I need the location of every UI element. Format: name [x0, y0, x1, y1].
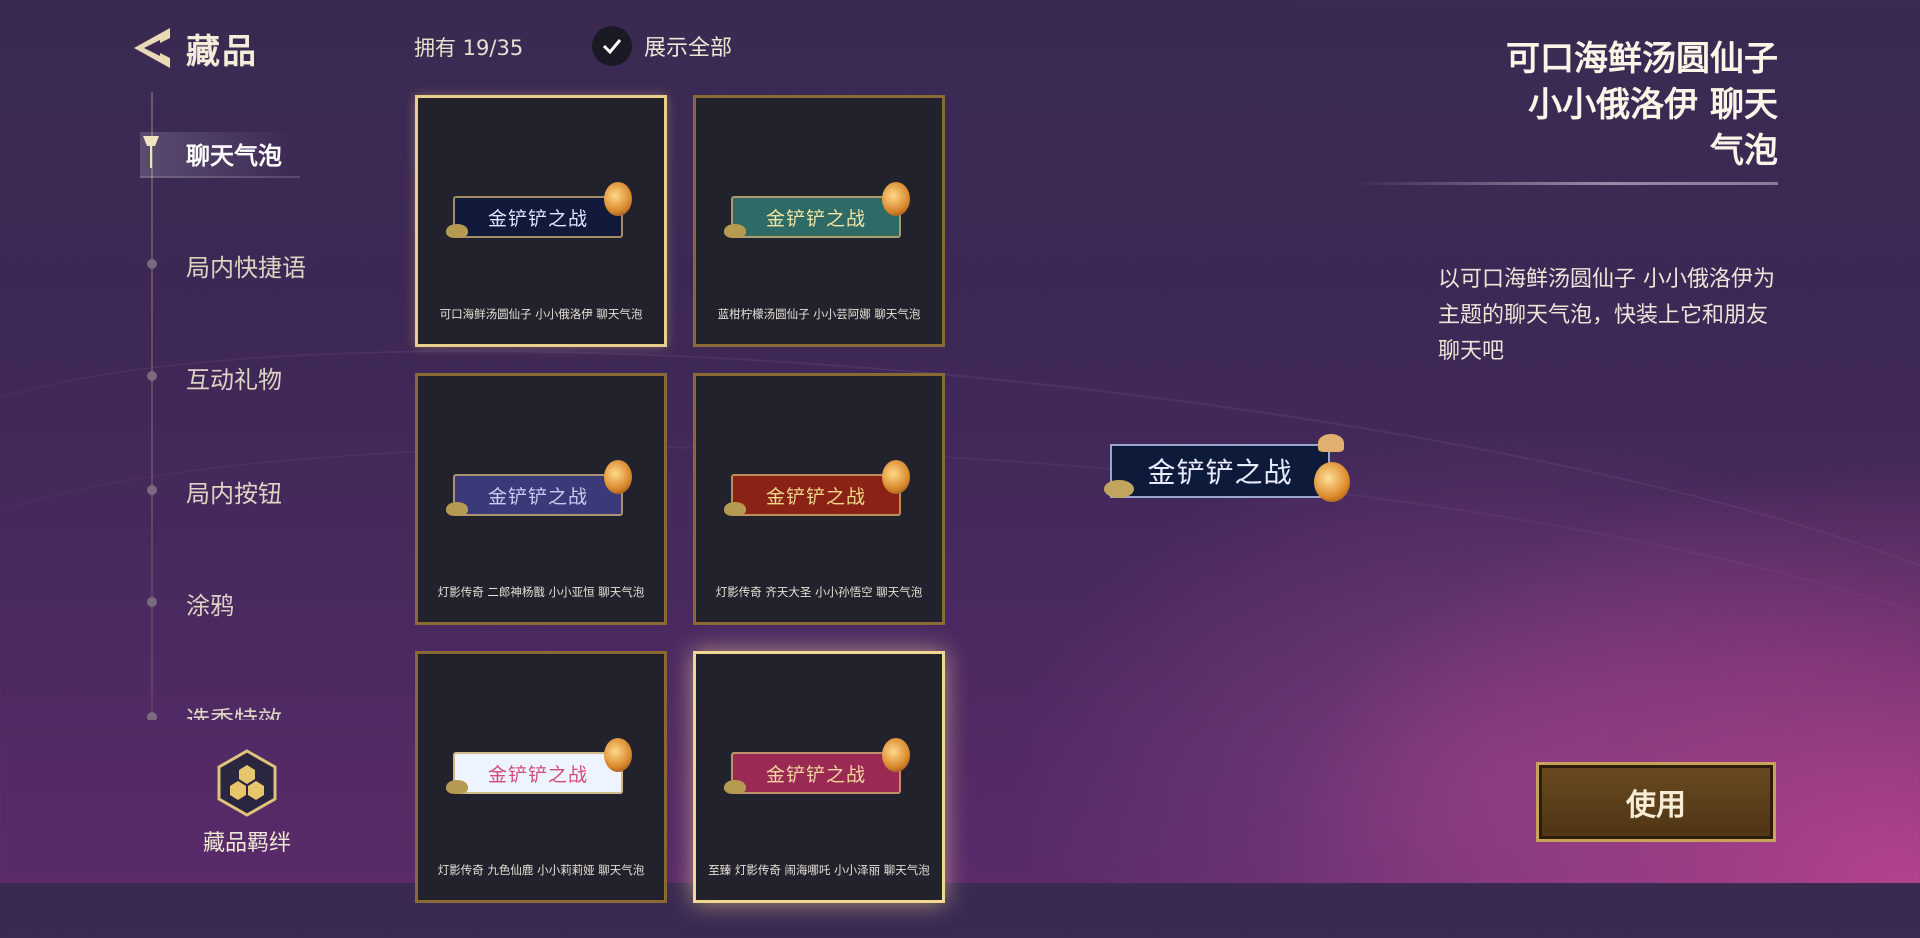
- card-name: 蓝柑柠檬汤圆仙子 小小芸阿娜 聊天气泡: [717, 307, 921, 321]
- large-bubble-preview: 金铲铲之战: [1104, 434, 1350, 502]
- sidebar-track: [151, 92, 153, 712]
- chat-bubble-preview: 金铲铲之战: [453, 196, 623, 238]
- collection-bond-button[interactable]: 藏品羁绊: [197, 749, 297, 857]
- back-arrow-icon[interactable]: [130, 26, 176, 70]
- sidebar-item-interactive-gift[interactable]: 互动礼物: [186, 360, 282, 395]
- collection-card[interactable]: 金铲铲之战 灯影传奇 九色仙鹿 小小莉莉娅 聊天气泡: [415, 651, 667, 903]
- bubble-decoration-icon: [724, 502, 746, 516]
- sidebar-item-quick-phrase[interactable]: 局内快捷语: [186, 248, 306, 283]
- collection-card[interactable]: 金铲铲之战 灯影传奇 齐天大圣 小小孙悟空 聊天气泡: [693, 373, 945, 625]
- collection-card[interactable]: 金铲铲之战 灯影传奇 二郎神杨戬 小小亚恒 聊天气泡: [415, 373, 667, 625]
- item-description: 以可口海鲜汤圆仙子 小小俄洛伊为主题的聊天气泡，快装上它和朋友聊天吧: [1438, 267, 1775, 364]
- bubble-decoration-icon: [446, 224, 468, 238]
- collection-card[interactable]: 金铲铲之战 蓝柑柠檬汤圆仙子 小小芸阿娜 聊天气泡: [693, 95, 945, 347]
- chat-bubble-preview: 金铲铲之战: [731, 196, 901, 238]
- preview-bubble-text: 金铲铲之战: [1110, 444, 1330, 498]
- bubble-ornament-icon: [604, 460, 632, 494]
- item-title: 可口海鲜汤圆仙子 小小俄洛伊 聊天 气泡: [1418, 36, 1778, 174]
- bubble-decoration-icon: [724, 780, 746, 794]
- sidebar-item-chat-bubble[interactable]: 聊天气泡: [186, 136, 282, 171]
- bubble-ornament-icon: [1314, 462, 1350, 502]
- item-title-line: 气泡: [1710, 131, 1778, 171]
- sidebar-item-draft-effect[interactable]: 选秀特效: [186, 700, 282, 720]
- bubble-ornament-icon: [882, 738, 910, 772]
- chat-bubble-preview: 金铲铲之战: [731, 752, 901, 794]
- bubble-ornament-icon: [604, 738, 632, 772]
- sidebar-overflow-clip: 选秀特效: [0, 690, 330, 720]
- sidebar-dot: [147, 485, 157, 495]
- check-icon: [602, 39, 622, 54]
- card-name: 至臻 灯影传奇 闹海哪吒 小小泽丽 聊天气泡: [708, 863, 930, 877]
- sidebar-dot: [147, 371, 157, 381]
- bubble-ornament-icon: [882, 460, 910, 494]
- chat-bubble-preview: 金铲铲之战: [731, 474, 901, 516]
- chat-bubble-preview: 金铲铲之战: [453, 474, 623, 516]
- bubble-ornament-icon: [1318, 434, 1344, 452]
- bubble-decoration-icon: [446, 502, 468, 516]
- sidebar-item-ingame-button[interactable]: 局内按钮: [186, 474, 282, 509]
- page-title: 藏品: [186, 32, 258, 72]
- card-name: 可口海鲜汤圆仙子 小小俄洛伊 聊天气泡: [439, 307, 643, 321]
- sidebar-dot: [147, 597, 157, 607]
- bubble-ornament-icon: [604, 182, 632, 216]
- item-title-line: 小小俄洛伊 聊天: [1528, 85, 1778, 125]
- collection-card[interactable]: 金铲铲之战 至臻 灯影传奇 闹海哪吒 小小泽丽 聊天气泡: [693, 651, 945, 903]
- bubble-decoration-icon: [446, 780, 468, 794]
- item-title-line: 可口海鲜汤圆仙子: [1506, 39, 1778, 79]
- card-name: 灯影传奇 齐天大圣 小小孙悟空 聊天气泡: [715, 585, 923, 599]
- checkbox[interactable]: [592, 26, 632, 66]
- owned-count: 拥有 19/35: [414, 36, 524, 60]
- show-all-toggle[interactable]: 展示全部: [592, 26, 732, 66]
- bubble-decoration-icon: [1104, 480, 1134, 498]
- collection-bond-label: 藏品羁绊: [202, 831, 291, 856]
- chat-bubble-preview: 金铲铲之战: [453, 752, 623, 794]
- card-name: 灯影传奇 九色仙鹿 小小莉莉娅 聊天气泡: [437, 863, 645, 877]
- sidebar-dot: [147, 712, 157, 720]
- title-divider: [1350, 182, 1778, 185]
- sidebar-item-graffiti[interactable]: 涂鸦: [186, 586, 234, 621]
- use-button[interactable]: 使用: [1536, 762, 1776, 842]
- bubble-ornament-icon: [882, 182, 910, 216]
- card-name: 灯影传奇 二郎神杨戬 小小亚恒 聊天气泡: [437, 585, 645, 599]
- bubble-decoration-icon: [724, 224, 746, 238]
- sidebar-dot: [147, 259, 157, 269]
- show-all-label: 展示全部: [644, 36, 733, 61]
- collection-card[interactable]: 金铲铲之战 可口海鲜汤圆仙子 小小俄洛伊 聊天气泡: [415, 95, 667, 347]
- torch-icon: [143, 136, 159, 168]
- honeycomb-icon: [217, 749, 277, 817]
